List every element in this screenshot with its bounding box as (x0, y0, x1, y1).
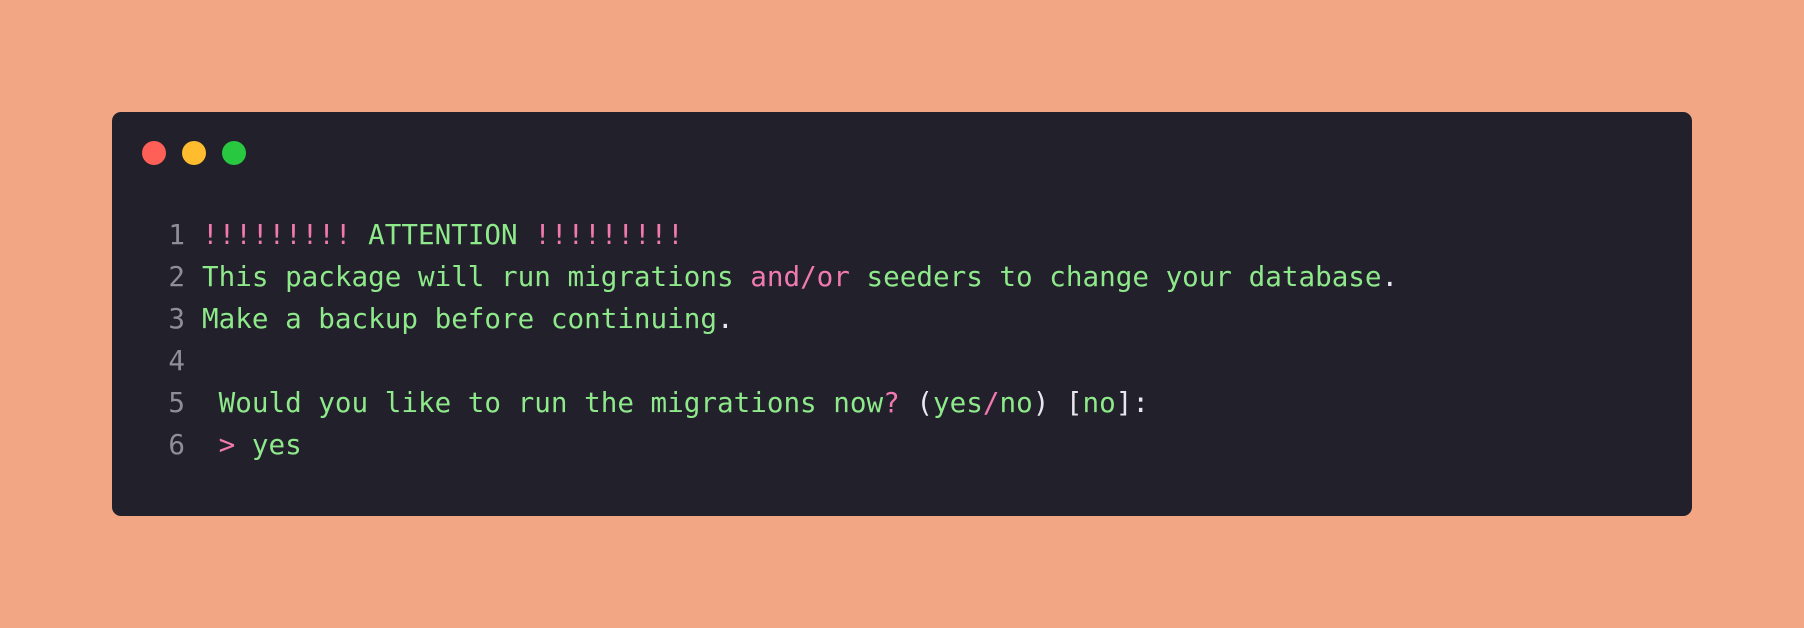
code-token: > (202, 428, 252, 461)
line-number: 6 (168, 428, 185, 461)
code-line: 3 Make a backup before continuing. (112, 298, 1398, 340)
line-number: 5 (168, 386, 185, 419)
minimize-button[interactable] (182, 141, 206, 165)
code-token: ]: (1115, 386, 1150, 419)
line-number: 2 (168, 260, 185, 293)
line-content: This package will run migrations and/or … (202, 256, 1398, 298)
line-content: Make a backup before continuing. (202, 298, 734, 340)
code-token: . (1381, 260, 1399, 293)
window-controls (142, 141, 246, 165)
code-token: !!!!!!!!! (517, 218, 684, 251)
code-token: no (999, 386, 1033, 419)
code-token: no (1082, 386, 1116, 419)
line-content: > yes (202, 424, 302, 466)
code-token: yes (933, 386, 983, 419)
code-token: ( (899, 386, 933, 419)
code-line: 4 (112, 340, 1398, 382)
code-token: Would you like to run the migrations now (202, 386, 884, 419)
terminal-window: 1!!!!!!!!! ATTENTION !!!!!!!!! 2 This pack… (112, 112, 1692, 516)
line-number: 4 (168, 344, 185, 377)
line-number: 1 (168, 218, 185, 251)
line-content: !!!!!!!!! ATTENTION !!!!!!!!! (202, 214, 684, 256)
code-line: 5 Would you like to run the migrations n… (112, 382, 1398, 424)
close-button[interactable] (142, 141, 166, 165)
code-token: !!!!!!!!! (202, 218, 369, 251)
code-token: and/or (750, 260, 850, 293)
code-token: This package will run migrations (202, 260, 751, 293)
code-line: 1!!!!!!!!! ATTENTION !!!!!!!!! (112, 214, 1398, 256)
code-line: 2 This package will run migrations and/or… (112, 256, 1398, 298)
line-number: 3 (168, 302, 185, 335)
code-block: 1!!!!!!!!! ATTENTION !!!!!!!!! 2 This pack… (112, 214, 1398, 466)
line-content: Would you like to run the migrations now… (202, 382, 1149, 424)
code-line: 6 > yes (112, 424, 1398, 466)
code-token: seeders to change your database (849, 260, 1382, 293)
page-background: { "colors": { "background": "#f3a683", "… (0, 0, 1804, 628)
code-token: ? (883, 386, 900, 419)
code-token: ATTENTION (368, 218, 518, 251)
code-token: / (982, 386, 1000, 419)
maximize-button[interactable] (222, 141, 246, 165)
code-token: yes (251, 428, 302, 461)
code-token: . (717, 302, 734, 335)
code-token: ) [ (1032, 386, 1083, 419)
code-token: Make a backup before continuing (202, 302, 717, 335)
